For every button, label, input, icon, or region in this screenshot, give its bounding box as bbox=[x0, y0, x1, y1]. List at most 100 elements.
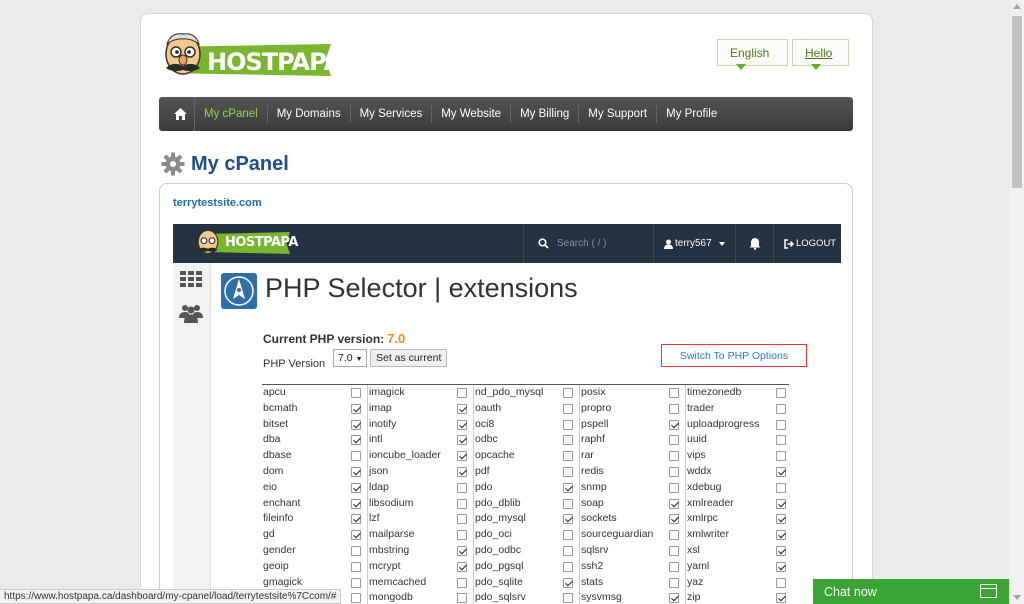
extension-checkbox[interactable] bbox=[351, 577, 361, 588]
extension-checkbox[interactable] bbox=[351, 561, 361, 572]
nav-item-my-profile[interactable]: My Profile bbox=[657, 105, 726, 123]
notifications-button[interactable] bbox=[735, 224, 773, 263]
extension-checkbox[interactable] bbox=[776, 482, 786, 493]
extension-checkbox[interactable] bbox=[669, 577, 679, 588]
extension-checkbox[interactable] bbox=[563, 545, 573, 556]
nav-item-my-services[interactable]: My Services bbox=[351, 105, 433, 123]
extension-checkbox[interactable] bbox=[776, 577, 786, 588]
extension-checkbox[interactable] bbox=[669, 545, 679, 556]
extension-checkbox[interactable] bbox=[776, 545, 786, 556]
hostpapa-logo[interactable]: HOSTPAPA bbox=[159, 26, 342, 84]
extension-checkbox[interactable] bbox=[457, 530, 467, 541]
extension-checkbox[interactable] bbox=[457, 419, 467, 430]
extension-checkbox[interactable] bbox=[351, 530, 361, 541]
cpanel-hostpapa-logo[interactable]: HOSTPAPA bbox=[195, 227, 298, 259]
users-icon[interactable] bbox=[179, 303, 203, 323]
extension-checkbox[interactable] bbox=[351, 498, 361, 509]
extension-checkbox[interactable] bbox=[351, 419, 361, 430]
nav-item-my-website[interactable]: My Website bbox=[432, 105, 512, 123]
extension-checkbox[interactable] bbox=[457, 482, 467, 493]
extension-checkbox[interactable] bbox=[776, 388, 786, 398]
extension-checkbox[interactable] bbox=[457, 403, 467, 414]
extension-checkbox[interactable] bbox=[457, 435, 467, 446]
nav-item-my-domains[interactable]: My Domains bbox=[268, 105, 351, 123]
extension-checkbox[interactable] bbox=[669, 498, 679, 509]
extension-checkbox[interactable] bbox=[563, 403, 573, 414]
extension-checkbox[interactable] bbox=[457, 498, 467, 509]
extension-checkbox[interactable] bbox=[669, 530, 679, 541]
extension-checkbox[interactable] bbox=[776, 403, 786, 414]
extension-checkbox[interactable] bbox=[669, 561, 679, 572]
cpanel-search[interactable]: Search ( / ) bbox=[523, 224, 653, 263]
language-selector[interactable]: English bbox=[717, 39, 788, 70]
extension-checkbox[interactable] bbox=[776, 419, 786, 430]
extension-name: pdo_mysql bbox=[475, 512, 526, 525]
scroll-thumb[interactable] bbox=[1012, 16, 1022, 188]
extension-checkbox[interactable] bbox=[457, 466, 467, 477]
extension-checkbox[interactable] bbox=[563, 530, 573, 541]
extension-checkbox[interactable] bbox=[457, 514, 467, 525]
nav-item-my-cpanel[interactable]: My cPanel bbox=[195, 105, 268, 123]
extension-checkbox[interactable] bbox=[457, 451, 467, 462]
php-version-select[interactable]: 7.0 ▼ bbox=[333, 349, 367, 367]
extension-checkbox[interactable] bbox=[563, 577, 573, 588]
extension-checkbox[interactable] bbox=[457, 561, 467, 572]
extension-checkbox[interactable] bbox=[563, 498, 573, 509]
extension-checkbox[interactable] bbox=[563, 514, 573, 525]
extension-checkbox[interactable] bbox=[351, 482, 361, 493]
extension-checkbox[interactable] bbox=[776, 561, 786, 572]
extension-checkbox[interactable] bbox=[669, 593, 679, 604]
extension-checkbox[interactable] bbox=[351, 545, 361, 556]
extension-checkbox[interactable] bbox=[776, 466, 786, 477]
extension-checkbox[interactable] bbox=[669, 466, 679, 477]
switch-to-php-options-button[interactable]: Switch To PHP Options bbox=[661, 344, 807, 367]
extension-checkbox[interactable] bbox=[351, 593, 361, 604]
extension-checkbox[interactable] bbox=[669, 435, 679, 446]
extension-checkbox[interactable] bbox=[669, 451, 679, 462]
extension-checkbox[interactable] bbox=[457, 545, 467, 556]
extension-checkbox[interactable] bbox=[351, 435, 361, 446]
extension-checkbox[interactable] bbox=[563, 561, 573, 572]
extension-checkbox[interactable] bbox=[563, 451, 573, 462]
extension-row: oauth bbox=[474, 401, 579, 417]
page-scrollbar[interactable] bbox=[1010, 0, 1024, 604]
extensions-column: posix propro pspell raphf rar redis snmp soap so… bbox=[580, 385, 686, 604]
cpanel-user-menu[interactable]: terry567 bbox=[653, 224, 735, 263]
extension-checkbox[interactable] bbox=[776, 498, 786, 509]
extension-checkbox[interactable] bbox=[351, 451, 361, 462]
extension-checkbox[interactable] bbox=[669, 388, 679, 398]
extension-checkbox[interactable] bbox=[563, 435, 573, 446]
set-as-current-button[interactable]: Set as current bbox=[370, 349, 448, 367]
extension-checkbox[interactable] bbox=[776, 451, 786, 462]
extension-checkbox[interactable] bbox=[776, 435, 786, 446]
extension-checkbox[interactable] bbox=[776, 514, 786, 525]
logout-button[interactable]: LOGOUT bbox=[773, 224, 841, 263]
extension-checkbox[interactable] bbox=[351, 514, 361, 525]
extension-checkbox[interactable] bbox=[776, 530, 786, 541]
domain-link[interactable]: terrytestsite.com bbox=[173, 197, 262, 209]
extension-checkbox[interactable] bbox=[457, 388, 467, 398]
extension-checkbox[interactable] bbox=[563, 419, 573, 430]
nav-item-my-billing[interactable]: My Billing bbox=[511, 105, 580, 123]
extension-checkbox[interactable] bbox=[563, 388, 573, 398]
extension-checkbox[interactable] bbox=[669, 419, 679, 430]
extension-checkbox[interactable] bbox=[669, 514, 679, 525]
extension-checkbox[interactable] bbox=[457, 593, 467, 604]
account-menu[interactable]: Hello bbox=[792, 39, 849, 70]
extension-checkbox[interactable] bbox=[563, 482, 573, 493]
extension-checkbox[interactable] bbox=[563, 593, 573, 604]
extension-checkbox[interactable] bbox=[669, 482, 679, 493]
extension-checkbox[interactable] bbox=[351, 388, 361, 398]
extension-checkbox[interactable] bbox=[351, 403, 361, 414]
extension-checkbox[interactable] bbox=[457, 577, 467, 588]
apps-grid-icon[interactable] bbox=[180, 271, 202, 287]
extension-checkbox[interactable] bbox=[563, 466, 573, 477]
scroll-up-arrow-icon[interactable] bbox=[1013, 4, 1021, 9]
scroll-down-arrow-icon[interactable] bbox=[1013, 595, 1021, 600]
extension-checkbox[interactable] bbox=[351, 466, 361, 477]
chat-now-button[interactable]: Chat now bbox=[813, 579, 1009, 604]
nav-item-my-support[interactable]: My Support bbox=[579, 105, 658, 123]
extension-checkbox[interactable] bbox=[776, 593, 786, 604]
extension-checkbox[interactable] bbox=[669, 403, 679, 414]
nav-home[interactable] bbox=[167, 97, 195, 131]
